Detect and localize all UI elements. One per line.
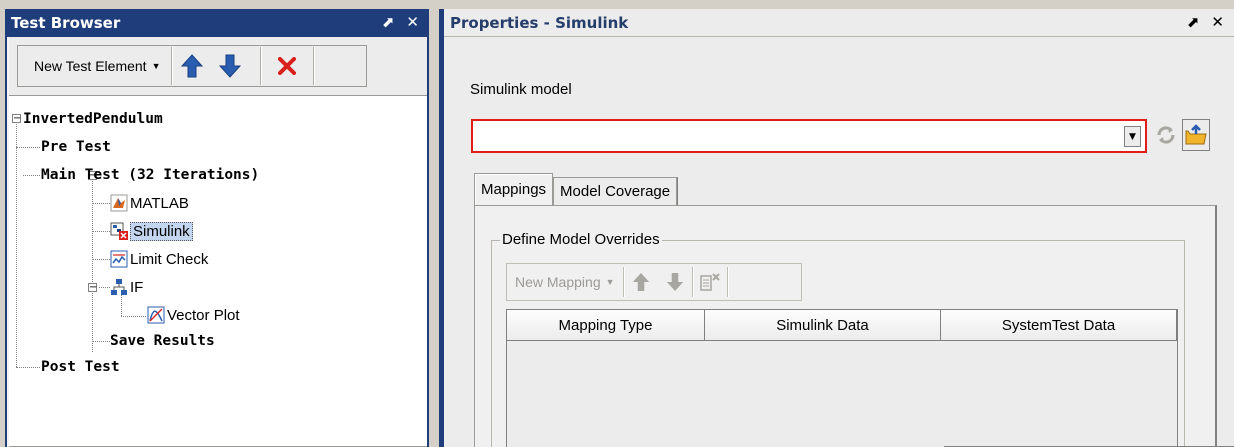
refresh-icon bbox=[1157, 126, 1175, 144]
new-mapping-button[interactable]: New Mapping ▼ bbox=[507, 265, 623, 299]
test-tree: − − − InvertedPendulum Pre Test Main Tes… bbox=[9, 95, 427, 447]
tree-node-simulink[interactable]: Simulink bbox=[110, 220, 193, 242]
delete-mapping-button[interactable] bbox=[693, 265, 727, 299]
tree-connector bbox=[23, 175, 40, 176]
delete-button[interactable] bbox=[261, 47, 313, 85]
column-header-systemtest-data[interactable]: SystemTest Data bbox=[941, 310, 1177, 340]
tree-node-limit-check[interactable]: Limit Check bbox=[110, 248, 208, 270]
properties-title: Properties - Simulink bbox=[450, 13, 629, 32]
delete-x-icon bbox=[277, 57, 296, 75]
tree-node-if[interactable]: IF bbox=[110, 276, 143, 298]
pin-icon[interactable]: ⬈ bbox=[382, 13, 395, 31]
tab-label: Mappings bbox=[481, 181, 547, 198]
tree-connector bbox=[99, 287, 110, 288]
move-up-button[interactable] bbox=[172, 47, 212, 85]
matlab-icon bbox=[110, 194, 128, 212]
tree-connector bbox=[92, 231, 110, 232]
properties-panel: Properties - Simulink ⬈ ✕ Simulink model… bbox=[439, 9, 1234, 447]
toolbar-separator bbox=[312, 47, 314, 85]
column-header-label: Simulink Data bbox=[776, 316, 869, 334]
tree-node-label: Simulink bbox=[130, 221, 193, 241]
tree-node-label: Main Test (32 Iterations) bbox=[41, 167, 260, 183]
test-browser-title: Test Browser bbox=[11, 14, 121, 32]
define-model-overrides-group: Define Model Overrides New Mapping ▼ Map… bbox=[491, 231, 1185, 447]
tree-connector bbox=[16, 147, 40, 148]
tree-node-post-test[interactable]: Post Test bbox=[41, 356, 120, 378]
move-mapping-up-button[interactable] bbox=[624, 265, 658, 299]
tree-node-root[interactable]: InvertedPendulum bbox=[23, 108, 163, 130]
close-icon[interactable]: ✕ bbox=[1211, 13, 1224, 31]
tree-node-label: Pre Test bbox=[41, 139, 111, 155]
tab-mappings[interactable]: Mappings bbox=[474, 173, 554, 205]
tree-connector bbox=[121, 316, 146, 317]
tree-node-pre-test[interactable]: Pre Test bbox=[41, 136, 111, 158]
move-mapping-down-button[interactable] bbox=[658, 265, 692, 299]
tree-connector bbox=[92, 259, 110, 260]
tree-node-label: Vector Plot bbox=[167, 306, 240, 324]
refresh-button[interactable] bbox=[1152, 119, 1180, 151]
tree-connector bbox=[16, 124, 17, 367]
column-header-label: SystemTest Data bbox=[1001, 316, 1116, 334]
collapse-toggle[interactable]: − bbox=[12, 114, 21, 124]
dropdown-caret-icon: ▼ bbox=[151, 61, 161, 71]
combobox-dropdown-icon[interactable]: ▼ bbox=[1124, 126, 1141, 147]
new-test-element-label: New Test Element bbox=[34, 58, 147, 74]
mapping-table: Mapping Type Simulink Data SystemTest Da… bbox=[506, 309, 1178, 447]
tree-connector bbox=[92, 341, 110, 342]
new-test-element-button[interactable]: New Test Element ▼ bbox=[18, 47, 171, 85]
tree-node-save-results[interactable]: Save Results bbox=[110, 330, 215, 352]
limit-check-icon bbox=[110, 250, 128, 268]
properties-tabs: Mappings Model Coverage bbox=[474, 173, 678, 206]
toolbar-separator bbox=[726, 267, 728, 297]
tree-node-label: Save Results bbox=[110, 333, 215, 349]
tree-node-label: Post Test bbox=[41, 359, 120, 375]
tree-node-label: InvertedPendulum bbox=[23, 111, 163, 127]
branch-icon bbox=[111, 279, 127, 295]
arrow-up-icon bbox=[180, 54, 203, 78]
tree-node-label: Limit Check bbox=[130, 250, 209, 268]
test-browser-body: New Test Element ▼ − − − InvertedPendulu… bbox=[7, 37, 427, 447]
arrow-down-icon bbox=[666, 273, 683, 291]
mapping-table-header: Mapping Type Simulink Data SystemTest Da… bbox=[507, 310, 1177, 341]
column-header-simulink-data[interactable]: Simulink Data bbox=[705, 310, 941, 340]
simulink-model-label: Simulink model bbox=[470, 81, 572, 98]
dropdown-caret-icon: ▼ bbox=[605, 277, 615, 287]
tab-model-coverage[interactable]: Model Coverage bbox=[553, 177, 678, 205]
column-header-mapping-type[interactable]: Mapping Type bbox=[507, 310, 705, 340]
arrow-down-icon bbox=[218, 54, 241, 78]
tree-node-matlab[interactable]: MATLAB bbox=[110, 192, 189, 214]
simulink-error-icon bbox=[110, 222, 128, 240]
tab-label: Model Coverage bbox=[560, 183, 671, 200]
properties-titlebar: Properties - Simulink ⬈ ✕ bbox=[444, 9, 1234, 37]
tree-connector bbox=[16, 367, 40, 368]
open-folder-icon bbox=[1185, 124, 1207, 145]
new-mapping-label: New Mapping bbox=[515, 274, 601, 290]
browse-model-button[interactable] bbox=[1182, 119, 1210, 151]
delete-row-icon bbox=[699, 273, 720, 291]
pin-icon[interactable]: ⬈ bbox=[1187, 13, 1200, 31]
tree-connector bbox=[92, 203, 110, 204]
mapping-toolbar: New Mapping ▼ bbox=[506, 263, 802, 301]
move-down-button[interactable] bbox=[212, 47, 248, 85]
test-browser-panel: Test Browser ⬈ ✕ New Test Element ▼ − − … bbox=[5, 9, 429, 447]
tree-node-label: MATLAB bbox=[130, 194, 189, 212]
close-icon[interactable]: ✕ bbox=[406, 13, 419, 31]
test-browser-toolbar: New Test Element ▼ bbox=[17, 45, 367, 87]
define-model-overrides-label: Define Model Overrides bbox=[500, 231, 662, 248]
tree-connector bbox=[92, 181, 93, 352]
mappings-tab-content: Define Model Overrides New Mapping ▼ Map… bbox=[474, 205, 1217, 447]
arrow-up-icon bbox=[632, 273, 649, 291]
tree-node-vector-plot[interactable]: Vector Plot bbox=[147, 304, 240, 326]
tree-node-main-test[interactable]: Main Test (32 Iterations) bbox=[41, 164, 259, 186]
vector-plot-icon bbox=[147, 306, 165, 324]
column-header-label: Mapping Type bbox=[558, 316, 653, 334]
tree-node-label: IF bbox=[130, 278, 144, 296]
simulink-model-combobox[interactable]: ▼ bbox=[471, 119, 1147, 153]
test-browser-titlebar: Test Browser ⬈ ✕ bbox=[5, 9, 429, 37]
collapse-toggle[interactable]: − bbox=[88, 283, 97, 293]
